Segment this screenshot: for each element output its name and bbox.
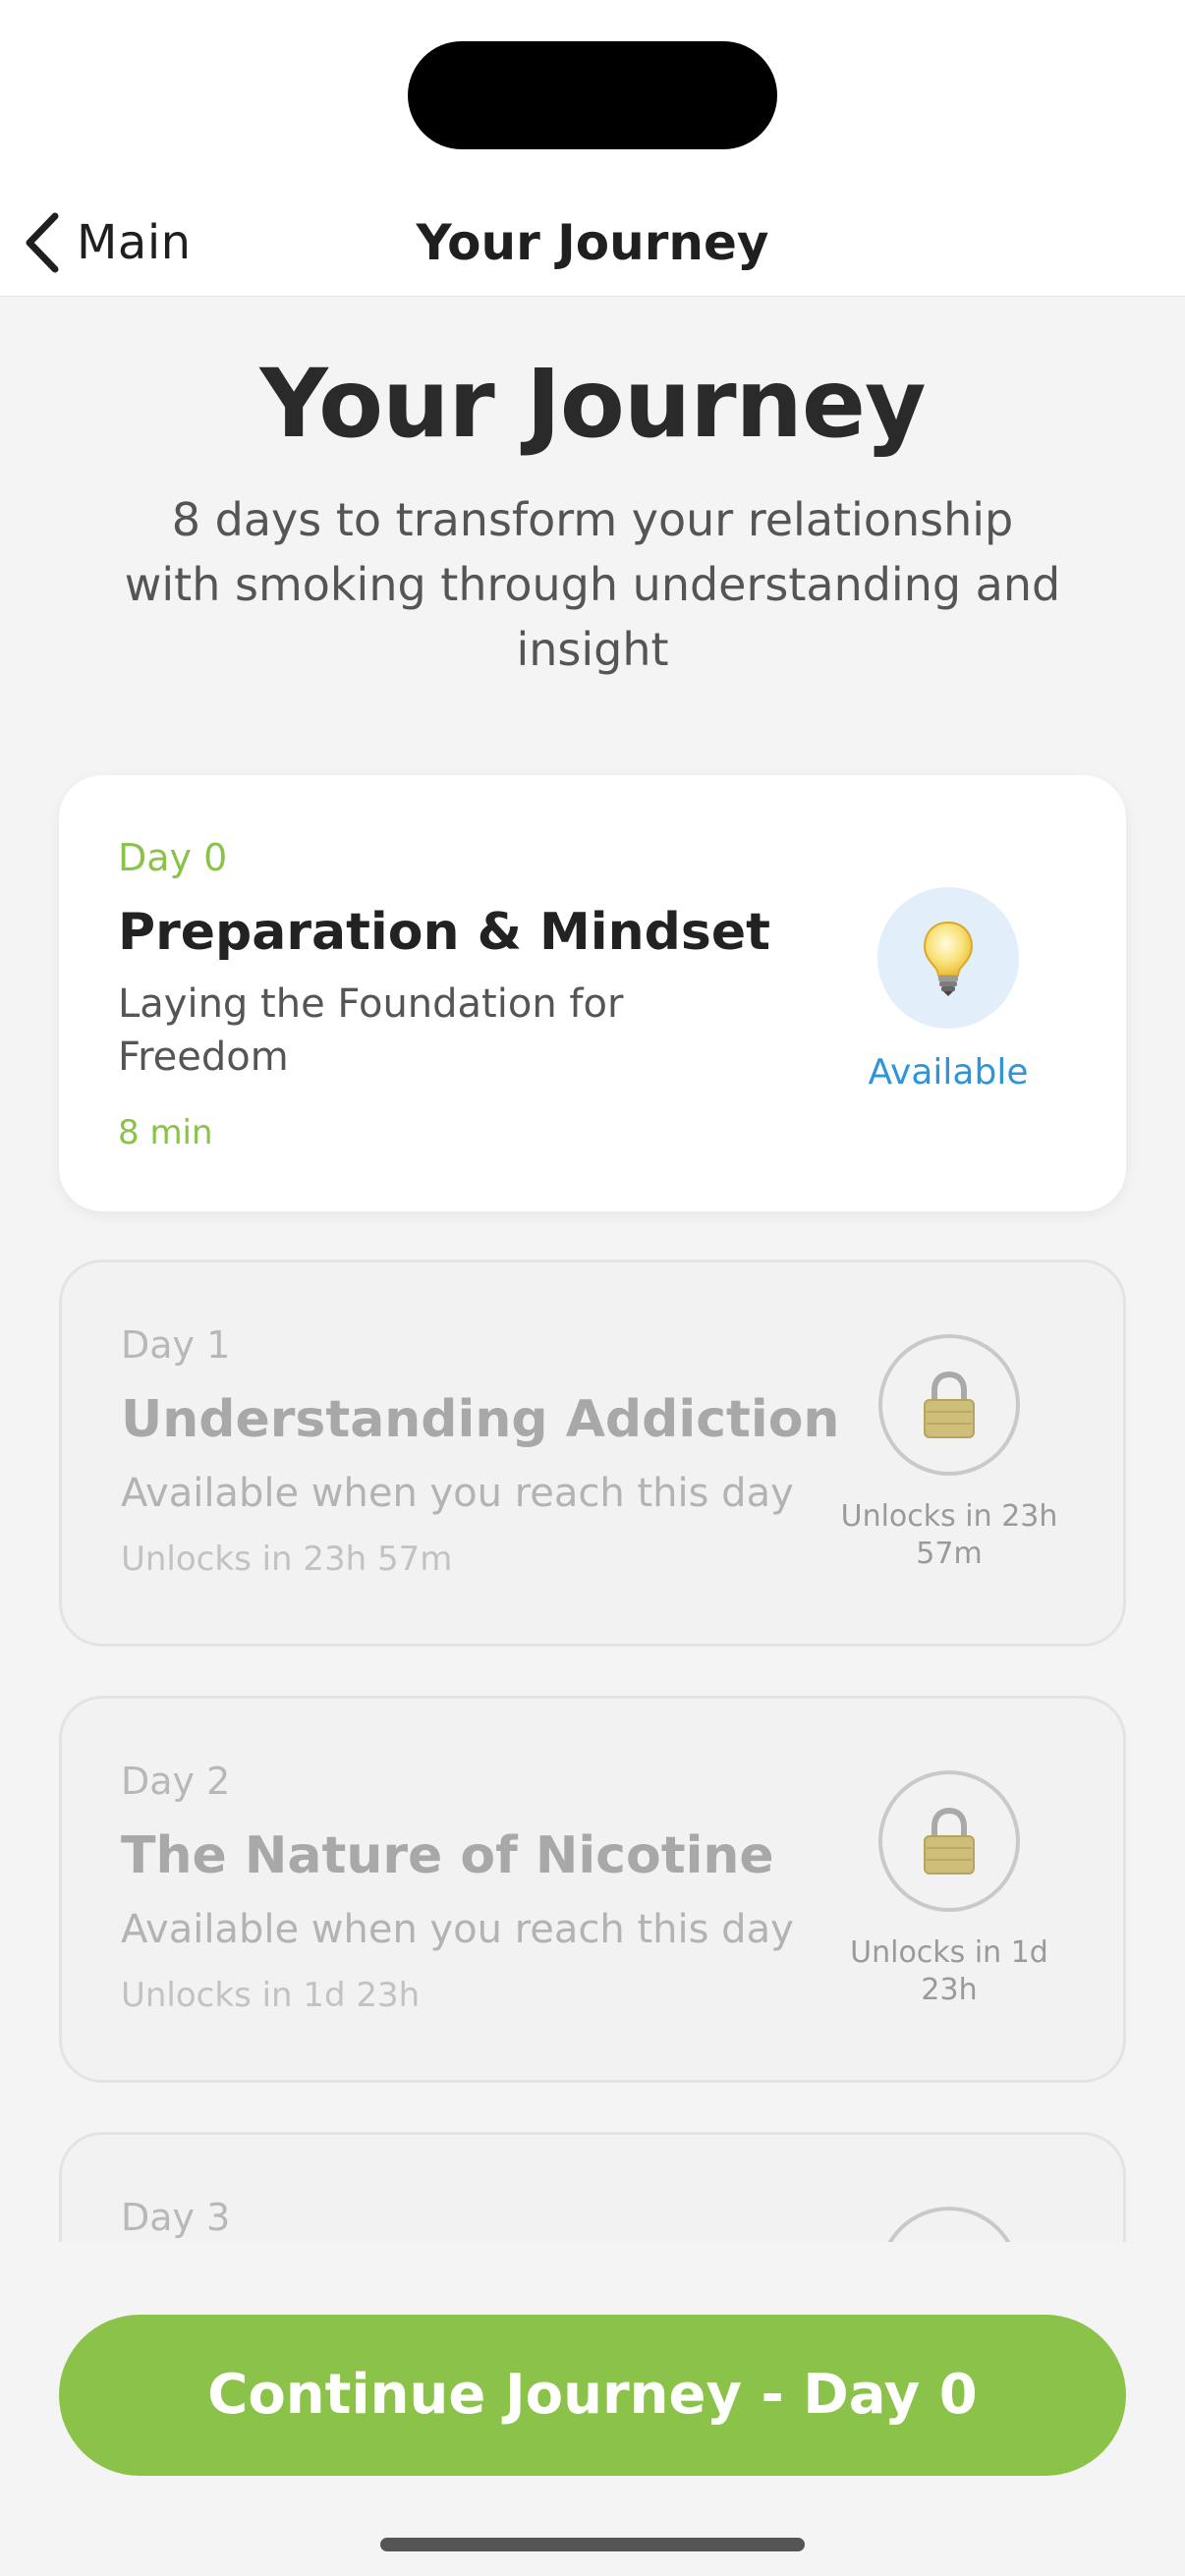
lock-icon bbox=[924, 1807, 975, 1875]
page-subtitle: 8 days to transform your relationship wi… bbox=[124, 493, 1061, 676]
day-label: Day 0 bbox=[118, 836, 228, 879]
continue-journey-button[interactable]: Continue Journey - Day 0 bbox=[59, 2315, 1126, 2476]
nav-title: Your Journey bbox=[416, 214, 769, 271]
day-status-label: Unlocks in 23h 57m bbox=[840, 1499, 1058, 1571]
lightbulb-icon bbox=[923, 921, 974, 996]
day-card-1: Day 1 Understanding Addiction Available … bbox=[59, 1260, 1126, 1647]
home-indicator[interactable] bbox=[380, 2538, 805, 2551]
day-card-0[interactable]: Day 0 Preparation & Mindset Laying the F… bbox=[59, 775, 1126, 1211]
day-title: Understanding Addiction bbox=[121, 1390, 840, 1449]
navigation-bar: Main Your Journey bbox=[0, 196, 1185, 297]
day-status-label: Available bbox=[868, 1052, 1029, 1092]
day-title: Preparation & Mindset bbox=[118, 903, 770, 962]
day-label: Day 3 bbox=[121, 2196, 231, 2239]
page-title: Your Journey bbox=[259, 349, 926, 459]
day-status-label: Unlocks in 1d 23h bbox=[850, 1935, 1048, 2007]
day-duration: 8 min bbox=[118, 1113, 213, 1152]
dynamic-island bbox=[408, 41, 777, 149]
unlock-time: Unlocks in 23h 57m bbox=[121, 1540, 453, 1579]
day-description: Available when you reach this day bbox=[121, 1471, 794, 1516]
day-label: Day 2 bbox=[121, 1760, 231, 1803]
day-title: The Nature of Nicotine bbox=[121, 1826, 774, 1885]
day-card-2: Day 2 The Nature of Nicotine Available w… bbox=[59, 1696, 1126, 2083]
day-status-badge bbox=[877, 887, 1019, 1029]
journey-screen: Main Your Journey Your Journey 8 days to… bbox=[0, 0, 1185, 2576]
unlock-time: Unlocks in 1d 23h bbox=[121, 1976, 421, 2015]
day-status-badge bbox=[878, 1770, 1020, 1912]
lock-icon bbox=[924, 1371, 975, 1438]
day-status-badge bbox=[878, 1334, 1020, 1476]
day-description: Available when you reach this day bbox=[121, 1907, 794, 1952]
day-description: Laying the Foundation for Freedom bbox=[118, 981, 624, 1080]
status-bar bbox=[0, 0, 1185, 196]
day-label: Day 1 bbox=[121, 1323, 231, 1367]
